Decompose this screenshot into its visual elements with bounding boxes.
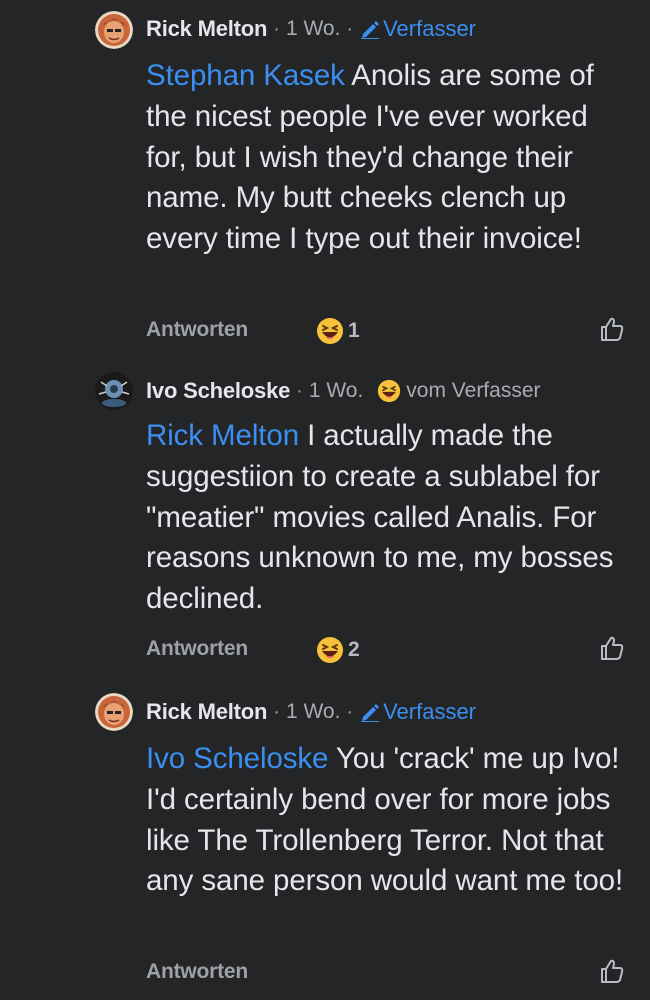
mention-link[interactable]: Rick Melton: [146, 419, 299, 452]
laughing-emoji-icon: [317, 637, 343, 663]
separator: ·: [346, 17, 354, 40]
author-name[interactable]: Rick Melton: [146, 699, 267, 725]
timestamp[interactable]: 1 Wo.: [286, 700, 340, 724]
comment-actions: Antworten: [146, 957, 248, 987]
mention-link[interactable]: Stephan Kasek: [146, 59, 345, 92]
comment-actions: Antworten: [146, 315, 248, 345]
rick-avatar-icon: [95, 11, 133, 49]
author-name[interactable]: Rick Melton: [146, 16, 267, 42]
laughing-emoji-icon: [317, 318, 343, 344]
comment-text: Rick Melton I actually made the suggesti…: [146, 416, 636, 620]
reaction-count: 2: [348, 638, 360, 661]
rick-avatar-icon: [95, 693, 133, 731]
reply-button[interactable]: Antworten: [146, 960, 248, 984]
thumbs-up-icon[interactable]: [598, 315, 626, 343]
avatar[interactable]: [95, 372, 133, 410]
author-badge: Verfasser: [359, 699, 476, 725]
badge-label: Verfasser: [383, 699, 477, 724]
author-badge: Verfasser: [359, 16, 476, 42]
ivo-avatar-icon: [95, 372, 133, 410]
separator: ·: [273, 17, 280, 40]
comment-meta: Ivo Scheloske · 1 Wo. vom Verfasser: [146, 376, 541, 406]
separator: ·: [296, 379, 303, 402]
timestamp[interactable]: 1 Wo.: [309, 379, 363, 403]
reply-button[interactable]: Antworten: [146, 637, 248, 661]
comment-text: Ivo Scheloske You 'crack' me up Ivo! I'd…: [146, 739, 636, 902]
separator: ·: [346, 700, 354, 723]
avatar[interactable]: [95, 693, 133, 731]
mention-link[interactable]: Ivo Scheloske: [146, 742, 328, 775]
comment-text: Stephan Kasek Anolis are some of the nic…: [146, 56, 636, 260]
reaction-summary[interactable]: 2: [316, 636, 360, 664]
avatar[interactable]: [95, 11, 133, 49]
reply-button[interactable]: Antworten: [146, 318, 248, 342]
badge-label: Verfasser: [383, 16, 477, 41]
author-reaction-badge: vom Verfasser: [377, 379, 541, 403]
reaction-summary[interactable]: 1: [316, 317, 360, 345]
separator: ·: [273, 700, 280, 723]
timestamp[interactable]: 1 Wo.: [286, 17, 340, 41]
thumbs-up-icon[interactable]: [598, 634, 626, 662]
pencil-icon: [361, 21, 380, 39]
comment-meta: Rick Melton · 1 Wo. · Verfasser: [146, 697, 476, 727]
pencil-icon: [361, 704, 380, 722]
author-name[interactable]: Ivo Scheloske: [146, 378, 290, 404]
badge-label: vom Verfasser: [406, 379, 541, 402]
reaction-count: 1: [348, 319, 360, 342]
comment-actions: Antworten: [146, 634, 248, 664]
laughing-emoji-icon: [378, 379, 401, 403]
comment-meta: Rick Melton · 1 Wo. · Verfasser: [146, 14, 476, 44]
thumbs-up-icon[interactable]: [598, 957, 626, 985]
